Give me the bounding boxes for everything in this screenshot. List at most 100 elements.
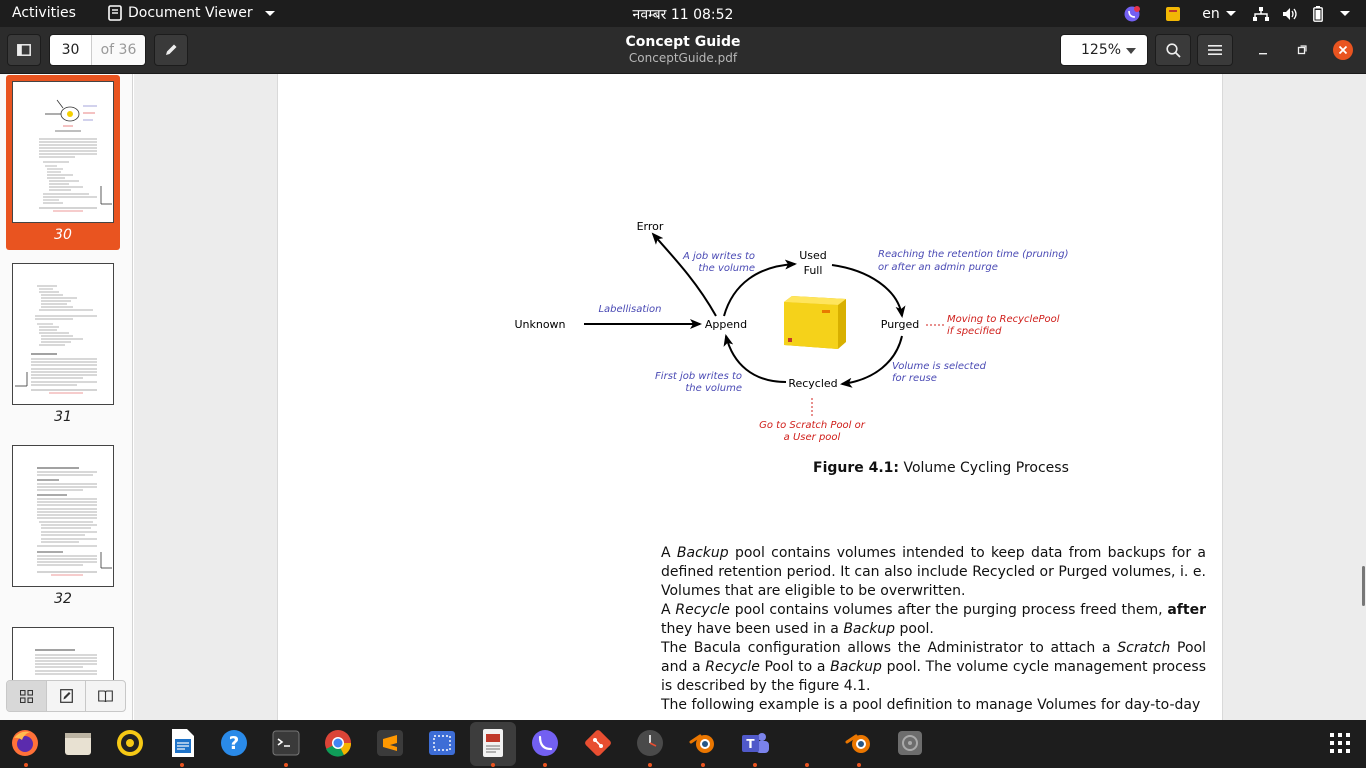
thumbnail-label: 30	[54, 227, 72, 243]
page-number-input[interactable]: 30	[50, 35, 91, 65]
document-view[interactable]: Error Unknown Append Used Full Purged Re…	[134, 74, 1366, 720]
running-indicator	[648, 763, 652, 767]
sidebar-icon	[17, 44, 31, 56]
window-title: Concept Guide ConceptGuide.pdf	[483, 35, 883, 66]
viber-icon[interactable]	[530, 728, 560, 758]
svg-text:?: ?	[229, 733, 239, 754]
search-button[interactable]	[1155, 34, 1191, 66]
thumbnails-tab[interactable]	[7, 681, 47, 711]
sidebar-toggle-button[interactable]	[7, 34, 41, 66]
running-indicator	[805, 763, 809, 767]
clock[interactable]: नवम्बर 11 08:52	[633, 7, 734, 23]
page-total-label: of 36	[91, 35, 145, 65]
annotate-button[interactable]	[154, 34, 188, 66]
vertical-scrollbar[interactable]	[1362, 566, 1365, 606]
running-indicator	[753, 763, 757, 767]
maximize-icon	[1297, 45, 1307, 55]
thumbnail-page-31[interactable]: 31	[6, 257, 120, 432]
thumbnail-sidebar[interactable]: 30 31 32	[0, 74, 133, 720]
thumbnail-page-30[interactable]: 30	[6, 75, 120, 250]
pencil-icon	[166, 44, 177, 55]
blender2-icon[interactable]	[844, 728, 874, 758]
zoom-select[interactable]: 125%	[1060, 34, 1148, 66]
node-error: Error	[637, 220, 664, 233]
blender-icon[interactable]	[688, 728, 718, 758]
rhythmbox-icon[interactable]	[115, 728, 145, 758]
annotation-retention-2: or after an admin purge	[878, 262, 998, 273]
running-indicator	[701, 763, 705, 767]
thumbnail-preview	[39, 99, 112, 212]
terminal-icon[interactable]	[271, 728, 301, 758]
annotation-recyclepool-2: if specified	[947, 326, 1002, 337]
screenshot-icon[interactable]	[427, 728, 457, 758]
paragraph-example: The following example is a pool definiti…	[661, 697, 1201, 713]
figure-caption-label: Figure 4.1:	[813, 460, 900, 476]
running-indicator	[543, 763, 547, 767]
thumbnail-preview	[37, 467, 112, 576]
viber-tray-icon[interactable]	[1118, 0, 1146, 27]
activities-button[interactable]: Activities	[12, 5, 76, 21]
svg-text:T: T	[746, 737, 755, 751]
close-icon	[1338, 45, 1348, 55]
main-menu-button[interactable]	[1197, 34, 1233, 66]
running-indicator	[180, 763, 184, 767]
annotations-tab[interactable]	[47, 681, 87, 711]
files-icon[interactable]	[63, 728, 93, 758]
page-selector[interactable]: 30 of 36	[49, 34, 146, 66]
teams-icon[interactable]: T	[740, 728, 770, 758]
annotation-retention-1: Reaching the retention time (pruning)	[878, 249, 1068, 260]
annotation-first-job-2: the volume	[685, 383, 742, 394]
tape-volume-icon	[784, 296, 846, 349]
minimize-icon	[1259, 53, 1267, 55]
writer-icon[interactable]	[168, 728, 198, 758]
figure-caption-text: Volume Cycling Process	[903, 460, 1069, 476]
git-icon[interactable]	[583, 728, 613, 758]
app-grid-icon[interactable]	[1325, 728, 1355, 758]
edit-document-icon	[59, 689, 73, 703]
book-icon	[98, 689, 114, 702]
node-recycled: Recycled	[788, 377, 837, 390]
volume-icon[interactable]	[1276, 0, 1304, 27]
thumbnail-label: 31	[54, 409, 72, 425]
firefox-icon[interactable]	[10, 728, 40, 758]
system-menu[interactable]	[1332, 0, 1358, 27]
notes-tray-icon[interactable]	[1158, 0, 1188, 27]
network-icon[interactable]	[1246, 0, 1276, 27]
thumbnail-page-32[interactable]: 32	[6, 439, 120, 614]
chevron-down-icon	[1340, 11, 1350, 16]
annotation-scratch-2: a User pool	[784, 432, 841, 443]
annotation-job-writes-2: the volume	[698, 263, 755, 274]
paragraph-recycle: A Recycle pool contains volumes after th…	[661, 602, 1206, 637]
app-menu[interactable]: Document Viewer	[108, 5, 275, 21]
annotation-job-writes-1: A job writes to	[682, 251, 755, 262]
document-filename: ConceptGuide.pdf	[628, 51, 738, 65]
sublime-icon[interactable]	[375, 728, 405, 758]
outline-tab[interactable]	[86, 681, 125, 711]
app-menu-label: Document Viewer	[128, 5, 253, 21]
volume-cycle-diagram: Error Unknown Append Used Full Purged Re…	[514, 220, 1068, 443]
battery-icon[interactable]	[1304, 0, 1332, 27]
minimize-button[interactable]	[1253, 40, 1273, 60]
chevron-down-icon	[264, 10, 275, 16]
maximize-button[interactable]	[1292, 40, 1312, 60]
hamburger-icon	[1208, 45, 1222, 55]
annotation-first-job-1: First job writes to	[655, 371, 742, 382]
help-icon[interactable]: ?	[219, 728, 249, 758]
document-viewer-icon[interactable]	[478, 728, 508, 758]
running-indicator	[857, 763, 861, 767]
node-full: Full	[804, 264, 823, 277]
thumbnail-label: 32	[54, 591, 72, 607]
thumbnail-image	[12, 445, 114, 587]
sidebar-view-switcher[interactable]	[6, 680, 126, 712]
close-button[interactable]	[1333, 40, 1353, 60]
thumbnail-preview	[35, 649, 97, 675]
zoom-value: 125%	[1081, 42, 1122, 58]
keyboard-layout-menu[interactable]: en	[1196, 0, 1242, 27]
thumbnail-page-33[interactable]	[6, 621, 120, 687]
annotation-labellisation: Labellisation	[598, 304, 661, 315]
annotation-selected-2: for reuse	[892, 373, 937, 384]
clock-icon[interactable]	[635, 728, 665, 758]
search-icon	[1165, 42, 1181, 58]
disk-icon[interactable]	[895, 728, 925, 758]
chrome-icon[interactable]	[323, 728, 353, 758]
